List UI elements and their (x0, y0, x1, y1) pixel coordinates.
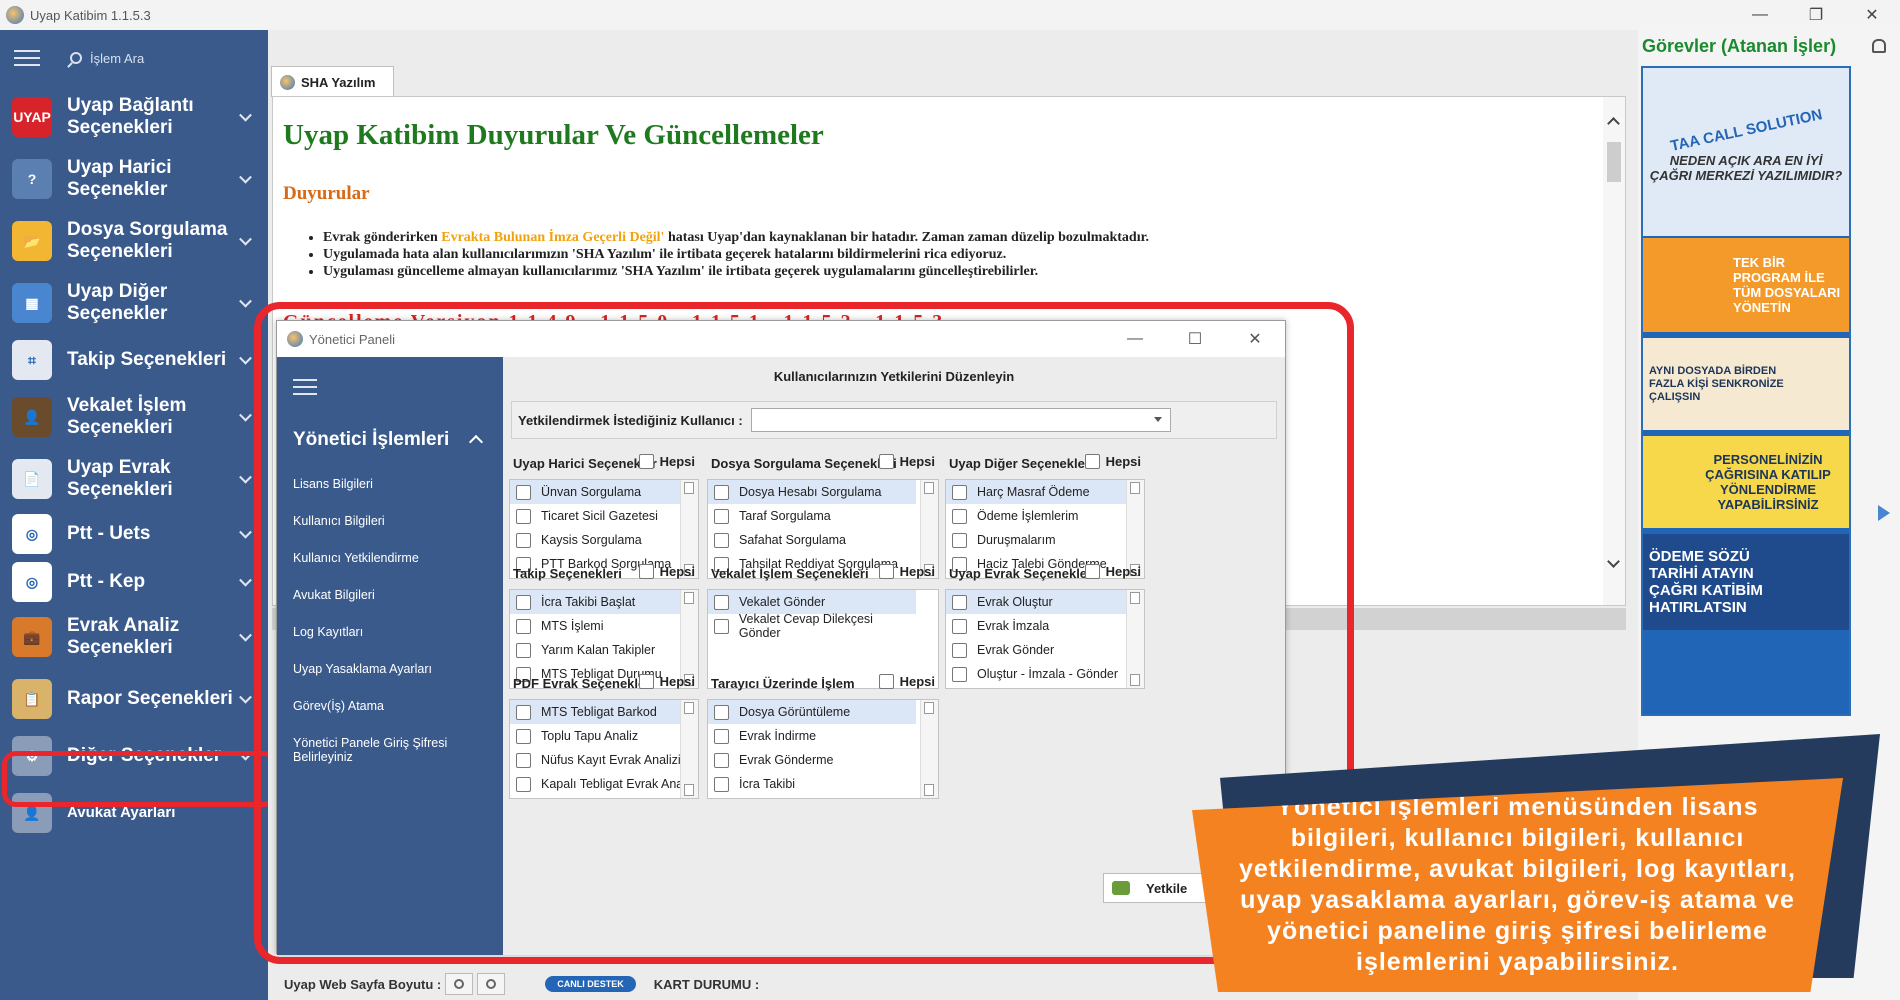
banner-brand: TAA CALL SOLUTION (1668, 105, 1824, 155)
announcement-post: hatası Uyap'dan kaynaklanan bir hatadır.… (664, 230, 1150, 245)
lawyer-icon: 👤 (12, 397, 52, 437)
maximize-button[interactable]: ❐ (1788, 0, 1844, 30)
announcement-pre: Uygulamada hata alan kullanıcılarımızın … (323, 247, 1007, 262)
banner-segment-4: ÖDEME SÖZÜ TARİHİ ATAYIN ÇAĞRI KATİBİM H… (1649, 548, 1763, 616)
grid-icon: ▦ (12, 283, 52, 323)
chevron-down-icon (239, 408, 252, 422)
clipboard-icon: 📋 (12, 679, 52, 719)
chevron-down-icon (239, 525, 252, 539)
sidebar-item-9[interactable]: ◎ Ptt - Kep (0, 558, 268, 606)
sidebar-item-3[interactable]: 📂 Dosya Sorgulama Seçenekleri (0, 210, 268, 272)
app-logo-icon (6, 6, 24, 24)
zoom-in-button[interactable] (477, 973, 506, 995)
zoom-icon (454, 979, 465, 989)
chevron-down-icon (239, 351, 252, 365)
announcements-list: Evrak gönderirken Evrakta Bulunan İmza G… (303, 229, 1149, 280)
announcements-heading: Duyurular (283, 183, 370, 204)
sidebar-item-2[interactable]: ? Uyap Harici Seçenekler (0, 148, 268, 210)
announcement-item: Evrak gönderirken Evrakta Bulunan İmza G… (323, 229, 1149, 246)
scroll-up-icon[interactable] (1607, 117, 1620, 130)
sidebar-item-label: Ptt - Uets (67, 523, 151, 544)
tab-label: SHA Yazılım (301, 74, 376, 90)
search-icon (70, 52, 82, 64)
announcement-highlight: Evrakta Bulunan İmza Geçerli Değil' (441, 230, 665, 245)
sidebar-item-1[interactable]: UYAP Uyap Bağlantı Seçenekleri (0, 86, 268, 148)
sidebar-item-6[interactable]: 👤 Vekalet İşlem Seçenekleri (0, 386, 268, 448)
chevron-down-icon (239, 170, 252, 184)
scroll-thumb[interactable] (1607, 142, 1621, 182)
tab-sha-yazilim[interactable]: SHA Yazılım (271, 66, 394, 97)
sidebar-item-label: Uyap Harici Seçenekler (67, 157, 172, 200)
minimize-button[interactable]: — (1732, 0, 1788, 30)
chevron-down-icon (239, 628, 252, 642)
sidebar-item-label: Ptt - Kep (67, 571, 146, 592)
sidebar-item-11[interactable]: 📋 Rapor Seçenekleri (0, 668, 268, 730)
search-action[interactable]: İşlem Ara (70, 51, 144, 66)
sidebar-item-8[interactable]: ◎ Ptt - Uets (0, 510, 268, 558)
sidebar-item-label: Vekalet İşlem Seçenekleri (67, 395, 187, 438)
sidebar-item-label: Uyap Evrak Seçenekleri (67, 457, 173, 500)
vertical-scrollbar[interactable] (1603, 97, 1625, 605)
banner-segment-2: AYNI DOSYADA BİRDEN FAZLA KİŞİ SENKRONİZ… (1649, 364, 1784, 403)
document-icon: 📄 (12, 459, 52, 499)
highlight-admin-panel (254, 302, 1354, 964)
announcement-item: Uygulaması güncelleme almayan kullanıcıl… (323, 263, 1149, 280)
sidebar-item-label: Evrak Analiz Seçenekleri (67, 615, 180, 658)
question-icon: ? (12, 159, 52, 199)
briefcase-icon: 💼 (12, 617, 52, 657)
ptt-icon: ◎ (12, 562, 52, 602)
live-support-button[interactable]: CANLI DESTEK (545, 976, 636, 992)
ptt-icon: ◎ (12, 514, 52, 554)
announcement-item: Uygulamada hata alan kullanıcılarımızın … (323, 246, 1149, 263)
chevron-down-icon (239, 470, 252, 484)
sidebar-item-label: Uyap Bağlantı Seçenekleri (67, 95, 194, 138)
sidebar-item-label: Takip Seçenekleri (67, 349, 227, 370)
card-status-label: KART DURUMU : (653, 976, 760, 992)
highlight-diger-secenekler (2, 751, 277, 807)
page-title: Uyap Katibim Duyurular Ve Güncellemeler (283, 119, 824, 151)
sidebar-item-7[interactable]: 📄 Uyap Evrak Seçenekleri (0, 448, 268, 510)
frame-icon: ⌗ (12, 340, 52, 380)
sidebar-item-5[interactable]: ⌗ Takip Seçenekleri (0, 334, 268, 386)
sha-logo-icon (280, 74, 295, 90)
sidebar-item-label: Uyap Diğer Seçenekler (67, 281, 168, 324)
close-button[interactable]: ✕ (1844, 0, 1900, 30)
sidebar-item-label: Rapor Seçenekleri (67, 688, 233, 709)
chevron-down-icon (239, 232, 252, 246)
info-callout: Yönetici işlemleri menüsünden lisans bil… (1192, 778, 1843, 992)
tasks-title: Görevler (Atanan İşler) (1642, 36, 1837, 56)
sidebar-item-4[interactable]: ▦ Uyap Diğer Seçenekler (0, 272, 268, 334)
banner-question: NEDEN AÇIK ARA EN İYİ ÇAĞRI MERKEZİ YAZI… (1649, 152, 1843, 183)
banner-segment-3: PERSONELİNİZİN ÇAĞRISINA KATILIP YÖNLEND… (1705, 452, 1831, 512)
scroll-down-icon[interactable] (1607, 555, 1620, 568)
window-titlebar: Uyap Katibim 1.1.5.3 — ❐ ✕ (0, 0, 1900, 30)
page-size-label: Uyap Web Sayfa Boyutu : (284, 976, 442, 992)
announcement-pre: Uygulaması güncelleme almayan kullanıcıl… (323, 264, 1039, 279)
sidebar-item-label: Dosya Sorgulama Seçenekleri (67, 219, 228, 262)
ad-banner[interactable]: TAA CALL SOLUTION NEDEN AÇIK ARA EN İYİ … (1641, 66, 1851, 716)
banner-segment-1: TEK BİR PROGRAM İLE TÜM DOSYALARI YÖNETİ… (1733, 255, 1841, 315)
announcement-pre: Evrak gönderirken (323, 230, 442, 245)
sidebar-item-10[interactable]: 💼 Evrak Analiz Seçenekleri (0, 606, 268, 668)
sidebar: İşlem Ara UYAP Uyap Bağlantı Seçenekleri?… (0, 30, 268, 1000)
chevron-down-icon (239, 573, 252, 587)
chevron-down-icon (239, 294, 252, 308)
search-label: İşlem Ara (90, 50, 145, 66)
hamburger-menu-icon[interactable] (14, 50, 40, 66)
zoom-out-button[interactable] (445, 973, 474, 995)
uyap-icon: UYAP (12, 97, 52, 137)
window-title: Uyap Katibim 1.1.5.3 (30, 7, 151, 23)
bell-icon[interactable] (1872, 39, 1886, 53)
folder-icon: 📂 (12, 221, 52, 261)
expand-arrow-icon[interactable] (1878, 505, 1890, 521)
chevron-down-icon (239, 108, 252, 122)
chevron-down-icon (239, 690, 252, 704)
zoom-icon (486, 979, 497, 989)
